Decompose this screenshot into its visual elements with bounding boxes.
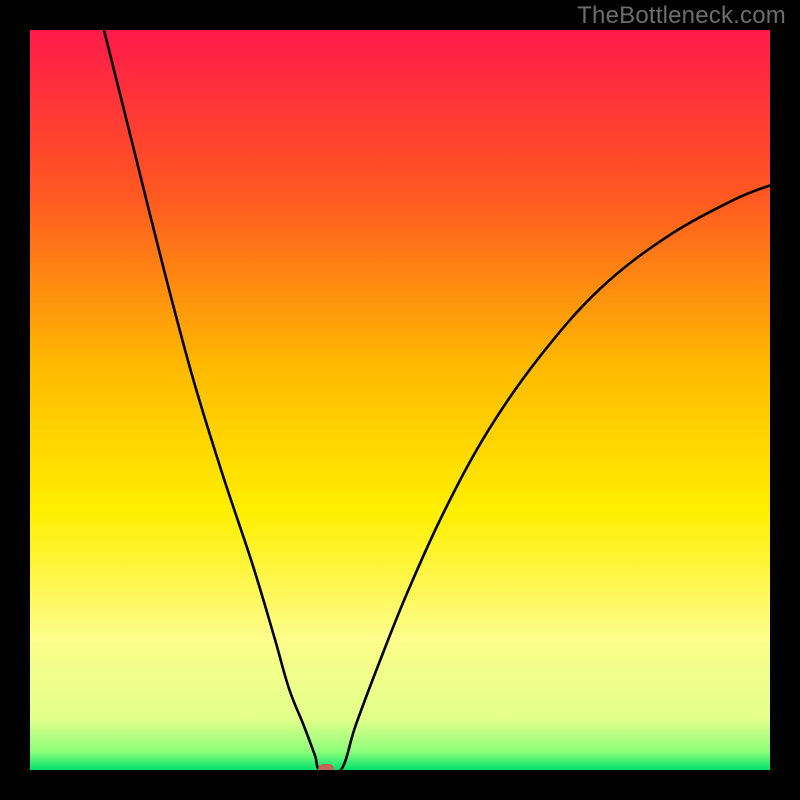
gradient-background bbox=[30, 30, 770, 770]
optimum-marker bbox=[318, 764, 334, 770]
chart-frame: TheBottleneck.com bbox=[0, 0, 800, 800]
plot-area bbox=[30, 30, 770, 770]
watermark-text: TheBottleneck.com bbox=[577, 2, 786, 30]
plot-svg bbox=[30, 30, 770, 770]
